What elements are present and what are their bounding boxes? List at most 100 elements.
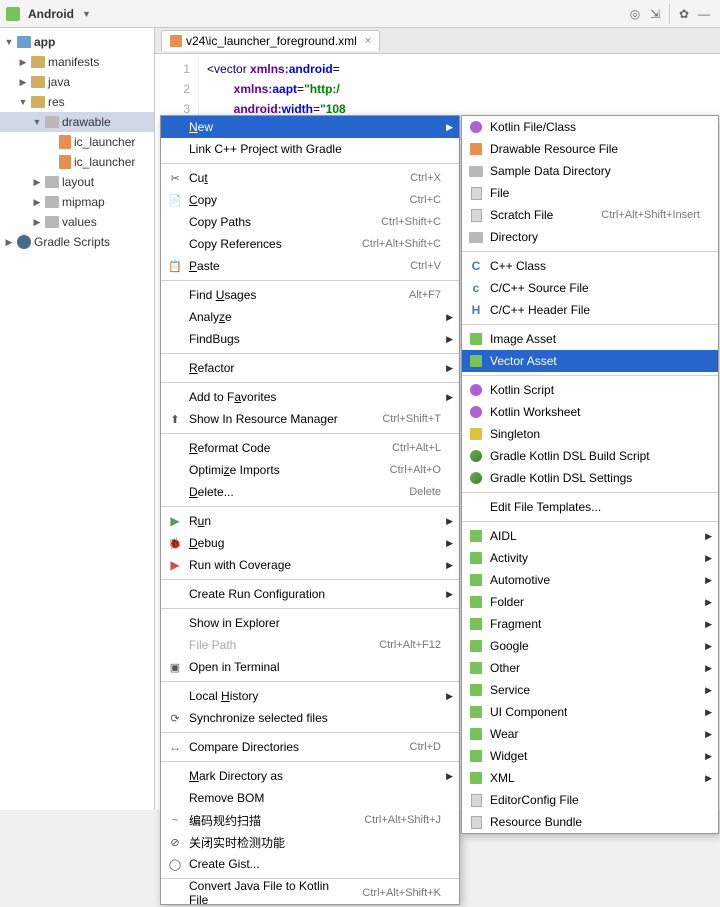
menu-item-add-to-favorites[interactable]: Add to Favorites▶ — [161, 386, 459, 408]
menu-item-compare-directories[interactable]: ↔Compare DirectoriesCtrl+D — [161, 736, 459, 758]
menu-icon — [468, 594, 484, 610]
submenu-item-xml[interactable]: XML▶ — [462, 767, 718, 789]
menu-item-open-in-terminal[interactable]: ▣Open in Terminal — [161, 656, 459, 678]
menu-item-[interactable]: ⊘关闭实时检测功能 — [161, 831, 459, 853]
menu-item-find-usages[interactable]: Find UsagesAlt+F7 — [161, 284, 459, 306]
menu-label: New — [189, 120, 441, 134]
minimize-icon[interactable]: — — [694, 4, 714, 24]
chevron-down-icon: ▼ — [82, 9, 91, 19]
menu-label: Create Gist... — [189, 857, 441, 871]
tree-node-ic_launcher[interactable]: ic_launcher — [0, 152, 154, 172]
menu-item-remove-bom[interactable]: Remove BOM — [161, 787, 459, 809]
submenu-item-widget[interactable]: Widget▶ — [462, 745, 718, 767]
menu-item-show-in-resource-manager[interactable]: ⬆Show In Resource ManagerCtrl+Shift+T — [161, 408, 459, 430]
menu-item-create-run-configuration[interactable]: Create Run Configuration▶ — [161, 583, 459, 605]
menu-item-link-c-project-with-gradle[interactable]: Link C++ Project with Gradle — [161, 138, 459, 160]
submenu-item-c-c-header-file[interactable]: HC/C++ Header File — [462, 299, 718, 321]
tree-node-ic_launcher[interactable]: ic_launcher — [0, 132, 154, 152]
gear-icon[interactable]: ✿ — [674, 4, 694, 24]
submenu-item-image-asset[interactable]: Image Asset — [462, 328, 718, 350]
submenu-item-activity[interactable]: Activity▶ — [462, 547, 718, 569]
submenu-item-aidl[interactable]: AIDL▶ — [462, 525, 718, 547]
submenu-item-c-c-source-file[interactable]: cC/C++ Source File — [462, 277, 718, 299]
submenu-item-folder[interactable]: Folder▶ — [462, 591, 718, 613]
tree-node-java[interactable]: ▶java — [0, 72, 154, 92]
tree-node-manifests[interactable]: ▶manifests — [0, 52, 154, 72]
menu-item-debug[interactable]: 🐞Debug▶ — [161, 532, 459, 554]
menu-item-cut[interactable]: ✂CutCtrl+X — [161, 167, 459, 189]
xml-file-icon — [170, 35, 182, 47]
menu-item-analyze[interactable]: Analyze▶ — [161, 306, 459, 328]
tree-node-app[interactable]: ▼app — [0, 32, 154, 52]
menu-item-copy-references[interactable]: Copy ReferencesCtrl+Alt+Shift+C — [161, 233, 459, 255]
submenu-item-directory[interactable]: Directory — [462, 226, 718, 248]
submenu-item-kotlin-worksheet[interactable]: Kotlin Worksheet — [462, 401, 718, 423]
submenu-item-edit-file-templates[interactable]: Edit File Templates... — [462, 496, 718, 518]
submenu-item-automotive[interactable]: Automotive▶ — [462, 569, 718, 591]
submenu-item-drawable-resource-file[interactable]: Drawable Resource File — [462, 138, 718, 160]
submenu-item-ui-component[interactable]: UI Component▶ — [462, 701, 718, 723]
menu-shortcut: Ctrl+Alt+Shift+C — [362, 238, 441, 250]
menu-label: Activity — [490, 551, 700, 565]
menu-label: Debug — [189, 536, 441, 550]
menu-icon — [167, 389, 183, 405]
submenu-item-singleton[interactable]: Singleton — [462, 423, 718, 445]
submenu-item-editorconfig-file[interactable]: EditorConfig File — [462, 789, 718, 811]
menu-item-mark-directory-as[interactable]: Mark Directory as▶ — [161, 765, 459, 787]
menu-label: Run — [189, 514, 441, 528]
menu-item-local-history[interactable]: Local History▶ — [161, 685, 459, 707]
menu-item-optimize-imports[interactable]: Optimize ImportsCtrl+Alt+O — [161, 459, 459, 481]
menu-label: Optimize Imports — [189, 463, 378, 477]
submenu-item-scratch-file[interactable]: Scratch FileCtrl+Alt+Shift+Insert — [462, 204, 718, 226]
menu-item-refactor[interactable]: Refactor▶ — [161, 357, 459, 379]
tree-node-res[interactable]: ▼res — [0, 92, 154, 112]
project-selector[interactable]: Android ▼ — [6, 7, 91, 21]
submenu-item-gradle-kotlin-dsl-build-script[interactable]: Gradle Kotlin DSL Build Script — [462, 445, 718, 467]
close-icon[interactable]: × — [365, 35, 371, 47]
menu-shortcut: Ctrl+Shift+C — [381, 216, 441, 228]
menu-item-synchronize-selected-files[interactable]: ⟳Synchronize selected files — [161, 707, 459, 729]
menu-item-copy[interactable]: 📄CopyCtrl+C — [161, 189, 459, 211]
target-icon[interactable]: ◎ — [625, 4, 645, 24]
submenu-item-sample-data-directory[interactable]: Sample Data Directory — [462, 160, 718, 182]
menu-icon: ▶ — [167, 557, 183, 573]
menu-icon — [468, 660, 484, 676]
tree-node-layout[interactable]: ▶layout — [0, 172, 154, 192]
tree-node-values[interactable]: ▶values — [0, 212, 154, 232]
menu-item-copy-paths[interactable]: Copy PathsCtrl+Shift+C — [161, 211, 459, 233]
menu-icon — [167, 119, 183, 135]
submenu-item-fragment[interactable]: Fragment▶ — [462, 613, 718, 635]
submenu-item-file[interactable]: File — [462, 182, 718, 204]
submenu-item-gradle-kotlin-dsl-settings[interactable]: Gradle Kotlin DSL Settings — [462, 467, 718, 489]
submenu-item-service[interactable]: Service▶ — [462, 679, 718, 701]
submenu-item-vector-asset[interactable]: Vector Asset — [462, 350, 718, 372]
menu-item-findbugs[interactable]: FindBugs▶ — [161, 328, 459, 350]
menu-item-convert-java-file-to-kotlin-file[interactable]: Convert Java File to Kotlin FileCtrl+Alt… — [161, 882, 459, 904]
menu-item-[interactable]: ~编码规约扫描Ctrl+Alt+Shift+J — [161, 809, 459, 831]
submenu-item-kotlin-script[interactable]: Kotlin Script — [462, 379, 718, 401]
menu-label: Add to Favorites — [189, 390, 441, 404]
submenu-item-c-class[interactable]: CC++ Class — [462, 255, 718, 277]
menu-item-run-with-coverage[interactable]: ▶Run with Coverage▶ — [161, 554, 459, 576]
tree-node-drawable[interactable]: ▼drawable — [0, 112, 154, 132]
tree-node-gradle-scripts[interactable]: ▶Gradle Scripts — [0, 232, 154, 252]
submenu-item-google[interactable]: Google▶ — [462, 635, 718, 657]
folder-icon — [31, 56, 45, 68]
menu-item-paste[interactable]: 📋PasteCtrl+V — [161, 255, 459, 277]
submenu-item-resource-bundle[interactable]: Resource Bundle — [462, 811, 718, 833]
submenu-item-other[interactable]: Other▶ — [462, 657, 718, 679]
menu-label: Other — [490, 661, 700, 675]
tree-node-mipmap[interactable]: ▶mipmap — [0, 192, 154, 212]
menu-item-reformat-code[interactable]: Reformat CodeCtrl+Alt+L — [161, 437, 459, 459]
submenu-item-kotlin-file-class[interactable]: Kotlin File/Class — [462, 116, 718, 138]
expand-icon[interactable]: ⇲ — [645, 4, 665, 24]
menu-label: Analyze — [189, 310, 441, 324]
menu-item-delete[interactable]: Delete...Delete — [161, 481, 459, 503]
menu-item-show-in-explorer[interactable]: Show in Explorer — [161, 612, 459, 634]
menu-item-create-gist[interactable]: ◯Create Gist... — [161, 853, 459, 875]
menu-item-run[interactable]: ▶Run▶ — [161, 510, 459, 532]
editor-tab[interactable]: v24\ic_launcher_foreground.xml × — [161, 30, 380, 51]
menu-shortcut: Ctrl+Alt+L — [392, 442, 441, 454]
submenu-item-wear[interactable]: Wear▶ — [462, 723, 718, 745]
menu-item-new[interactable]: New▶ — [161, 116, 459, 138]
